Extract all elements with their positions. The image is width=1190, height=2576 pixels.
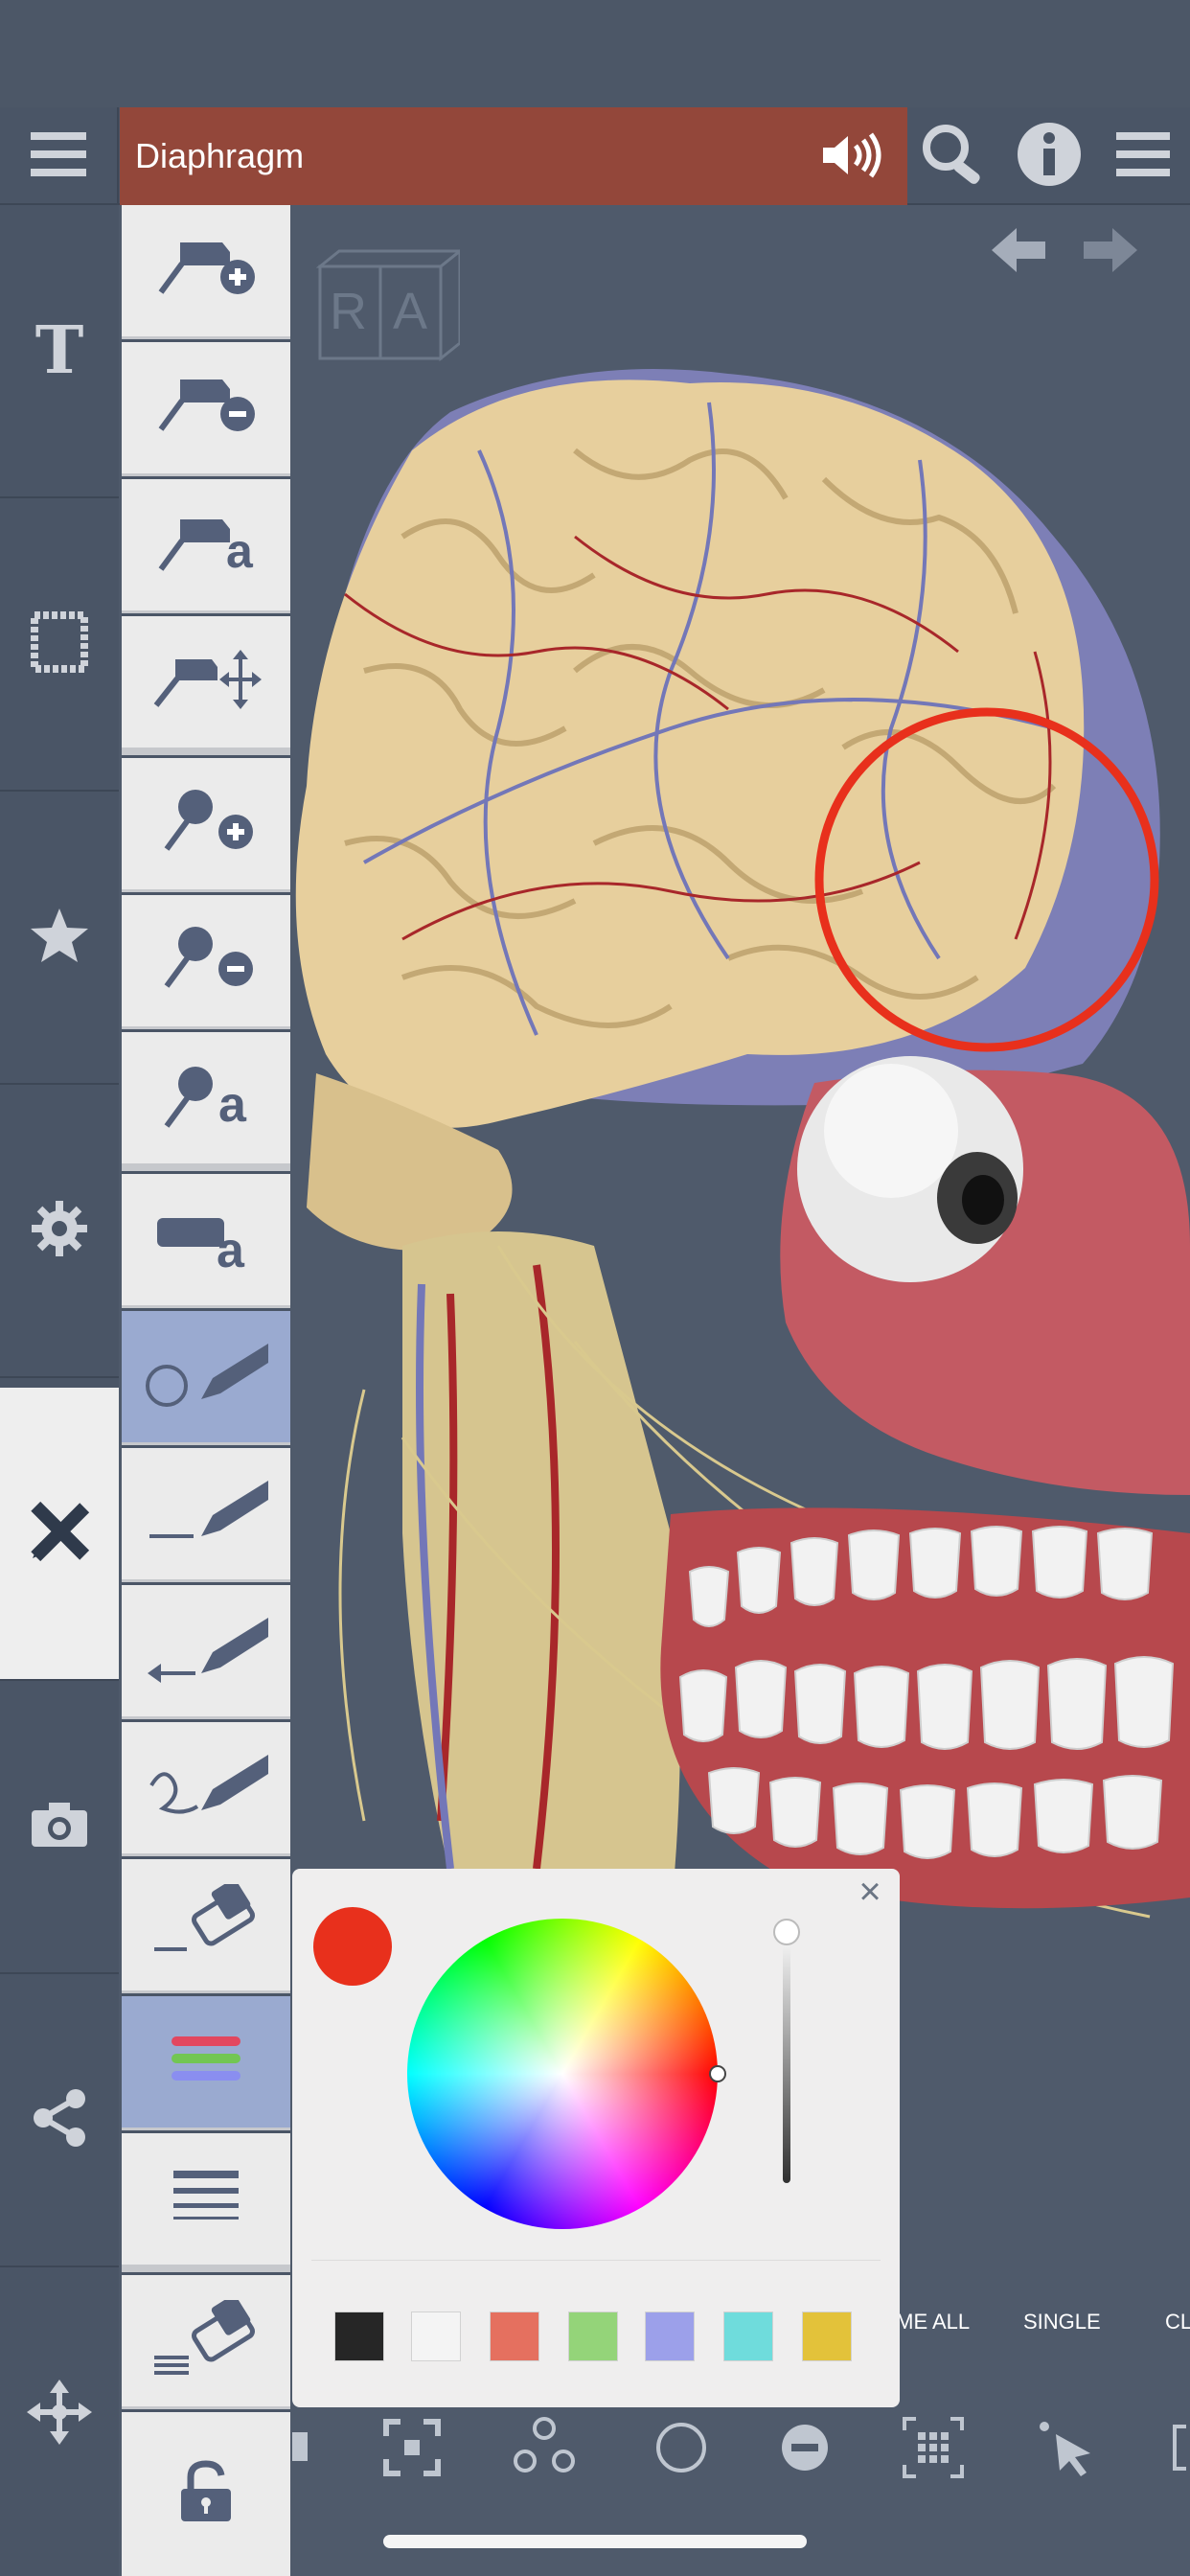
home-indicator	[383, 2535, 807, 2548]
arrow-right-icon[interactable]	[1082, 226, 1139, 279]
unlock-tool[interactable]	[122, 2412, 290, 2576]
structure-title: Diaphragm	[135, 136, 305, 175]
line-draw-tool[interactable]	[122, 1448, 290, 1582]
sidebar-item-move[interactable]	[0, 2267, 119, 2561]
add-pin-flag-tool[interactable]	[122, 205, 290, 339]
move-pin-flag-tool[interactable]	[122, 616, 290, 755]
partial-icon[interactable]	[290, 2413, 359, 2482]
color-tool[interactable]	[122, 1996, 290, 2130]
info-icon	[1015, 120, 1084, 194]
add-pin-tool[interactable]	[122, 758, 290, 892]
text-icon: T	[34, 312, 84, 389]
remove-pin-tool[interactable]	[122, 895, 290, 1029]
search-icon	[917, 121, 994, 193]
pencil-ruler-icon	[29, 1501, 90, 1567]
list-menu-button[interactable]	[1096, 107, 1190, 205]
move-arrows-icon	[25, 2378, 94, 2451]
sidebar-item-camera[interactable]	[0, 1681, 119, 1974]
left-sidebar: T	[0, 205, 119, 2576]
swatch-lavender[interactable]	[645, 2312, 695, 2361]
hamburger-icon	[31, 130, 86, 183]
camera-icon	[30, 1801, 89, 1853]
circle-pen-icon	[144, 1336, 268, 1417]
picker-divider	[311, 2260, 881, 2261]
gear-icon	[30, 1199, 89, 1263]
eraser-icon	[149, 1878, 263, 1966]
erase-all-icon	[149, 2294, 263, 2381]
nodes-icon[interactable]	[510, 2413, 579, 2482]
hamburger-menu-button[interactable]	[0, 107, 119, 205]
speaker-icon[interactable]	[819, 126, 886, 184]
color-wheel-handle[interactable]	[709, 2065, 726, 2082]
circle-draw-tool[interactable]	[122, 1311, 290, 1445]
close-icon[interactable]: ×	[851, 1873, 889, 1911]
circle-icon[interactable]	[647, 2413, 716, 2482]
unlock-icon	[177, 2460, 235, 2528]
sidebar-item-share[interactable]	[0, 1974, 119, 2267]
add-pin-icon	[153, 786, 259, 862]
sidebar-item-favorites[interactable]	[0, 792, 119, 1085]
eraser-tool[interactable]	[122, 1859, 290, 1993]
line-pen-icon	[144, 1473, 268, 1554]
search-button[interactable]	[908, 107, 1002, 205]
label-pin-flag-tool[interactable]: a	[122, 479, 290, 613]
arrow-draw-tool[interactable]	[122, 1585, 290, 1719]
sidebar-item-frame[interactable]	[0, 498, 119, 792]
remove-pin-icon	[153, 923, 259, 999]
cube-face-right: A	[393, 283, 428, 340]
line-width-tool[interactable]	[122, 2133, 290, 2272]
remove-pin-flag-tool[interactable]	[122, 342, 290, 476]
brightness-slider[interactable]	[783, 1926, 790, 2183]
star-icon	[29, 907, 90, 969]
list-menu-icon	[1116, 130, 1170, 183]
pointer-icon[interactable]	[1031, 2413, 1100, 2482]
label-box-tool[interactable]: a	[122, 1174, 290, 1308]
swatch-salmon[interactable]	[490, 2312, 539, 2361]
grid-select-icon[interactable]	[899, 2413, 968, 2482]
erase-all-tool[interactable]	[122, 2275, 290, 2409]
sidebar-item-text[interactable]: T	[0, 205, 119, 498]
info-button[interactable]	[1002, 107, 1096, 205]
status-bar	[0, 0, 1190, 107]
brightness-slider-handle[interactable]	[773, 1919, 800, 1945]
color-wheel[interactable]	[407, 1919, 718, 2229]
color-picker-popover: ×	[292, 1869, 900, 2407]
orientation-cube[interactable]: R A	[315, 247, 465, 362]
label-box-icon: a	[153, 1205, 259, 1278]
structure-title-bar[interactable]: Diaphragm	[120, 107, 907, 205]
collapse-icon[interactable]	[378, 2413, 446, 2482]
bottom-label-clear[interactable]: CL	[1165, 2310, 1190, 2334]
add-pin-flag-icon	[153, 235, 259, 307]
move-pin-flag-icon	[149, 646, 263, 718]
share-icon	[32, 2087, 87, 2153]
annotation-tools: a a a	[122, 205, 290, 2576]
swatch-green[interactable]	[568, 2312, 618, 2361]
arrow-pen-icon	[144, 1610, 268, 1691]
freehand-pen-icon	[144, 1747, 268, 1828]
top-bar: Diaphragm	[0, 107, 1190, 205]
cube-face-left: R	[330, 283, 367, 340]
swatch-yellow[interactable]	[802, 2312, 852, 2361]
sidebar-item-settings[interactable]	[0, 1085, 119, 1378]
swatch-cyan[interactable]	[723, 2312, 773, 2361]
frame-icon	[31, 610, 88, 678]
color-lines-icon	[170, 2031, 242, 2093]
sidebar-item-draw[interactable]	[0, 1388, 119, 1681]
current-color-swatch	[313, 1907, 392, 1986]
arrow-left-icon[interactable]	[990, 226, 1047, 279]
line-width-icon	[170, 2167, 242, 2231]
remove-pin-flag-icon	[153, 372, 259, 444]
label-pin-tool[interactable]: a	[122, 1032, 290, 1171]
bottom-label-single[interactable]: SINGLE	[1023, 2310, 1101, 2334]
label-pin-flag-icon: a	[153, 512, 259, 579]
minus-circle-icon[interactable]	[770, 2413, 839, 2482]
swatch-black[interactable]	[334, 2312, 384, 2361]
label-pin-icon: a	[153, 1063, 259, 1134]
swatch-white[interactable]	[411, 2312, 461, 2361]
bracket-icon[interactable]	[1161, 2413, 1190, 2482]
freehand-draw-tool[interactable]	[122, 1722, 290, 1856]
